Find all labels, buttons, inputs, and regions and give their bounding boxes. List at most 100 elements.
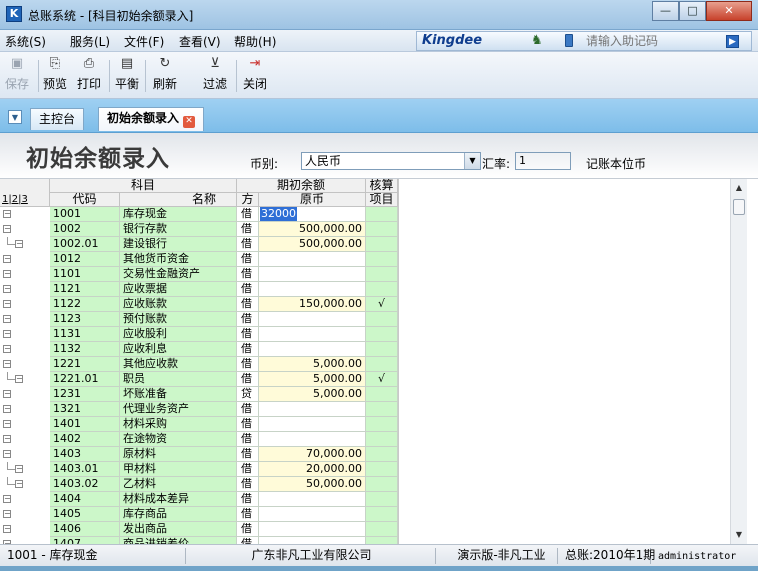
collapse-icon[interactable]: − (3, 405, 11, 413)
table-row[interactable]: − 1321 代理业务资产借 (0, 402, 398, 417)
opening-amount-cell[interactable] (259, 492, 366, 507)
collapse-icon[interactable]: − (3, 255, 11, 263)
collapse-icon[interactable]: − (3, 495, 11, 503)
table-row[interactable]: − 1101 交易性金融资产借 (0, 267, 398, 282)
opening-amount-cell[interactable] (259, 537, 366, 544)
check-item-cell[interactable] (366, 207, 398, 222)
person-icon[interactable]: ♞ (531, 33, 543, 48)
go-arrow-icon[interactable]: ▶ (726, 35, 739, 48)
collapse-icon[interactable]: − (3, 225, 11, 233)
table-row[interactable]: − 1401 材料采购借 (0, 417, 398, 432)
helper-code-input[interactable] (586, 33, 721, 49)
tree-toggle[interactable]: − (0, 387, 50, 402)
scroll-thumb[interactable] (733, 199, 745, 215)
check-item-cell[interactable] (366, 342, 398, 357)
print-button[interactable]: ⎙ 打印 (74, 55, 104, 95)
tree-toggle[interactable]: − (0, 342, 50, 357)
collapse-icon[interactable]: − (3, 330, 11, 338)
check-item-cell[interactable] (366, 507, 398, 522)
opening-amount-cell[interactable]: 5,000.00 (259, 357, 366, 372)
opening-amount-cell[interactable] (259, 267, 366, 282)
menu-view[interactable]: 查看(V) (179, 33, 221, 50)
check-item-cell[interactable] (366, 387, 398, 402)
collapse-icon[interactable]: − (3, 510, 11, 518)
check-item-cell[interactable] (366, 267, 398, 282)
menu-service[interactable]: 服务(L) (70, 33, 110, 50)
close-page-button[interactable]: ⇥ 关闭 (240, 55, 270, 95)
collapse-icon[interactable]: − (3, 450, 11, 458)
check-item-cell[interactable] (366, 417, 398, 432)
tree-toggle[interactable]: − (0, 207, 50, 222)
table-row[interactable]: − 1403 原材料借 70,000.00 (0, 447, 398, 462)
currency-select[interactable]: 人民币 ▼ (301, 152, 481, 170)
collapse-icon[interactable]: − (3, 525, 11, 533)
tree-toggle[interactable]: − (0, 357, 50, 372)
table-row[interactable]: − 1406 发出商品借 (0, 522, 398, 537)
collapse-icon[interactable]: − (3, 210, 11, 218)
check-item-cell[interactable] (366, 252, 398, 267)
check-item-cell[interactable] (366, 312, 398, 327)
opening-amount-cell[interactable] (259, 432, 366, 447)
check-item-cell[interactable] (366, 462, 398, 477)
table-row[interactable]: − 1404 材料成本差异借 (0, 492, 398, 507)
vertical-scrollbar[interactable]: ▲ ▼ (730, 179, 747, 544)
phone-icon[interactable] (565, 34, 573, 47)
opening-amount-cell[interactable]: 32000 (259, 207, 366, 222)
balance-button[interactable]: ▤ 平衡 (112, 55, 142, 95)
collapse-icon[interactable]: − (3, 435, 11, 443)
tree-toggle[interactable]: − (0, 522, 50, 537)
opening-amount-cell[interactable] (259, 522, 366, 537)
opening-amount-cell[interactable] (259, 312, 366, 327)
check-item-cell[interactable] (366, 432, 398, 447)
check-item-cell[interactable] (366, 492, 398, 507)
table-row[interactable]: − 1221.01 职员借 5,000.00 √ (0, 372, 398, 387)
tree-toggle[interactable]: − (0, 297, 50, 312)
opening-amount-cell[interactable] (259, 252, 366, 267)
check-item-cell[interactable]: √ (366, 372, 398, 387)
collapse-icon[interactable]: − (3, 390, 11, 398)
tree-toggle[interactable]: − (0, 492, 50, 507)
table-row[interactable]: − 1121 应收票据借 (0, 282, 398, 297)
tree-toggle[interactable]: − (0, 477, 50, 492)
table-row[interactable]: − 1012 其他货币资金借 (0, 252, 398, 267)
amount-edit-input[interactable]: 32000 (260, 207, 297, 221)
refresh-button[interactable]: ↻ 刷新 (150, 55, 180, 95)
opening-amount-cell[interactable]: 500,000.00 (259, 237, 366, 252)
tree-toggle[interactable]: − (0, 267, 50, 282)
tree-toggle[interactable]: − (0, 462, 50, 477)
scroll-down-icon[interactable]: ▼ (731, 528, 747, 542)
tree-toggle[interactable]: − (0, 432, 50, 447)
table-row[interactable]: − 1402 在途物资借 (0, 432, 398, 447)
check-item-cell[interactable] (366, 357, 398, 372)
minimize-button[interactable]: — (652, 1, 679, 21)
menu-file[interactable]: 文件(F) (124, 33, 164, 50)
table-row[interactable]: − 1403.01 甲材料借 20,000.00 (0, 462, 398, 477)
tab-home[interactable]: 主控台 (30, 108, 85, 130)
collapse-icon[interactable]: − (3, 360, 11, 368)
check-item-cell[interactable] (366, 522, 398, 537)
tree-toggle[interactable]: − (0, 447, 50, 462)
preview-button[interactable]: ⎘ 预览 (40, 55, 70, 95)
filter-button[interactable]: ⊻ 过滤 (200, 55, 230, 95)
tree-toggle[interactable]: − (0, 222, 50, 237)
opening-amount-cell[interactable] (259, 507, 366, 522)
tree-toggle[interactable]: − (0, 402, 50, 417)
maximize-button[interactable]: □ (679, 1, 706, 21)
collapse-icon[interactable]: − (3, 315, 11, 323)
exchange-rate-input[interactable]: 1 (515, 152, 571, 170)
opening-amount-cell[interactable] (259, 327, 366, 342)
table-row[interactable]: − 1403.02 乙材料借 50,000.00 (0, 477, 398, 492)
table-row[interactable]: − 1001 库存现金借 32000 (0, 207, 398, 222)
tree-toggle[interactable]: − (0, 507, 50, 522)
opening-amount-cell[interactable]: 5,000.00 (259, 387, 366, 402)
menu-system[interactable]: 系统(S) (5, 33, 46, 50)
check-item-cell[interactable] (366, 222, 398, 237)
opening-amount-cell[interactable]: 50,000.00 (259, 477, 366, 492)
check-item-cell[interactable] (366, 477, 398, 492)
table-row[interactable]: − 1131 应收股利借 (0, 327, 398, 342)
tree-toggle[interactable]: − (0, 327, 50, 342)
opening-amount-cell[interactable] (259, 342, 366, 357)
opening-amount-cell[interactable]: 70,000.00 (259, 447, 366, 462)
table-row[interactable]: − 1405 库存商品借 (0, 507, 398, 522)
collapse-icon[interactable]: − (3, 420, 11, 428)
